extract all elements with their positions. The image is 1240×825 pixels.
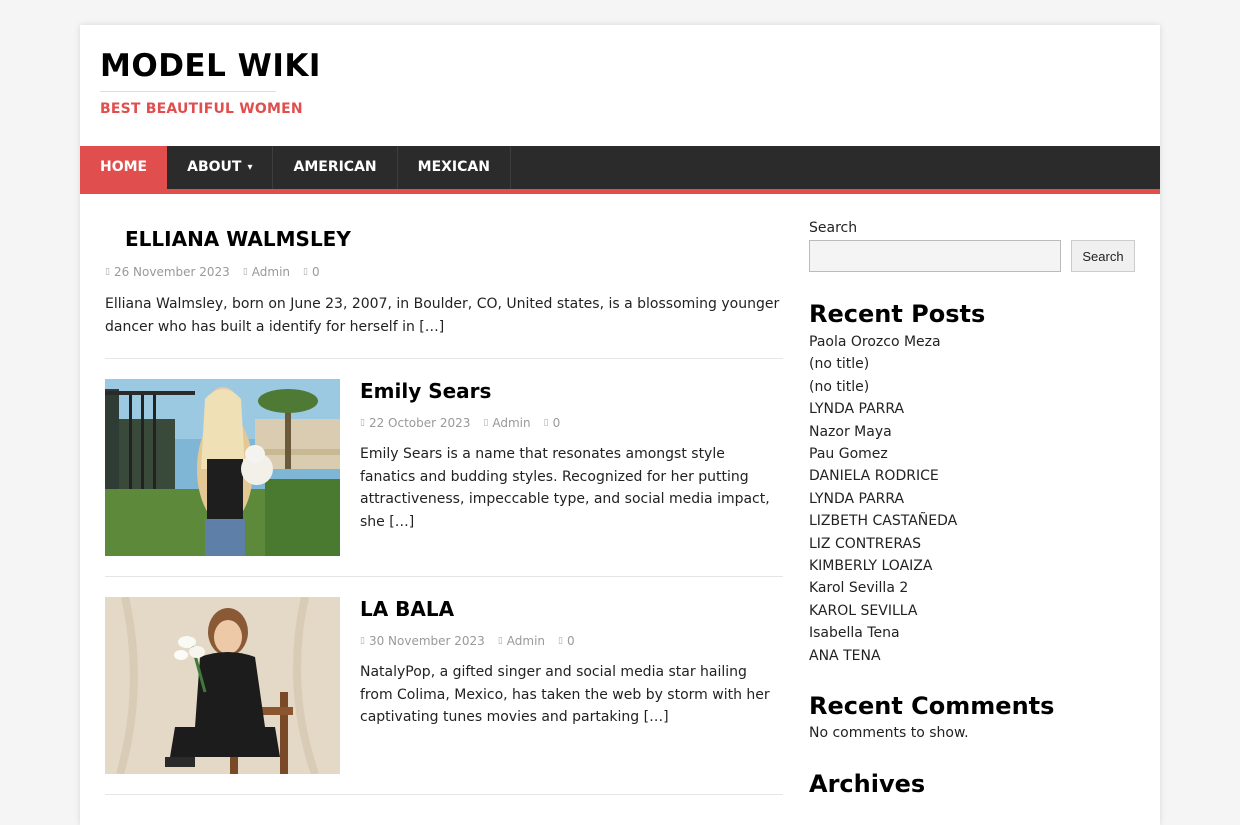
site-tagline: BEST BEAUTIFUL WOMEN [100,101,303,117]
search-button[interactable]: Search [1071,240,1135,272]
user-icon: ▯ [483,418,489,428]
nav-item-home[interactable]: HOME [80,146,168,189]
recent-post-link[interactable]: LYNDA PARRA [809,488,1135,510]
post-date[interactable]: ▯ 26 November 2023 [105,265,230,279]
comment-icon: ▯ [543,418,549,428]
chevron-down-icon: ▾ [247,162,253,173]
search-label: Search [809,220,858,236]
title-divider [100,91,276,92]
nav-item-label: HOME [100,159,148,175]
search-form: Search [809,240,1135,272]
post-author[interactable]: ▯ Admin [483,416,530,430]
post-meta: ▯ 26 November 2023 ▯ Admin ▯ 0 [105,265,783,279]
post-item: ELLIANA WALMSLEY ▯ 26 November 2023 ▯ Admi… [105,225,783,359]
recent-post-link[interactable]: LYNDA PARRA [809,398,1135,420]
post-meta: ▯ 30 November 2023 ▯ Admin ▯ 0 [360,634,783,648]
user-icon: ▯ [242,267,248,277]
recent-post-link[interactable]: (no title) [809,353,1135,375]
sidebar: Search Search Recent Posts Paola Orozco … [809,220,1135,799]
no-comments-text: No comments to show. [809,725,969,742]
recent-post-link[interactable]: KAROL SEVILLA [809,600,1135,622]
recent-posts-list: Paola Orozco Meza (no title) (no title) … [809,331,1135,667]
comment-icon: ▯ [558,636,563,646]
post-date[interactable]: ▯ 30 November 2023 [360,634,485,648]
nav-item-american[interactable]: AMERICAN [273,146,398,189]
post-thumbnail-image [105,379,340,556]
post-thumbnail-image [105,597,340,774]
comment-icon: ▯ [303,267,308,277]
post-body: LA BALA ▯ 30 November 2023 ▯ Admin ▯ 0 Nata… [360,597,783,774]
search-input[interactable] [809,240,1061,272]
recent-posts-widget: Recent Posts Paola Orozco Meza (no title… [809,299,1135,667]
user-icon: ▯ [497,636,503,646]
nav-item-label: AMERICAN [293,159,377,175]
site-container: MODEL WIKI BEST BEAUTIFUL WOMEN HOME ABO… [80,25,1160,825]
recent-post-link[interactable]: ANA TENA [809,645,1135,667]
nav-item-mexican[interactable]: MEXICAN [398,146,511,189]
post-author[interactable]: ▯ Admin [243,265,290,279]
nav-accent-bar [80,189,1160,194]
post-thumbnail[interactable] [105,597,340,774]
widget-title: Archives [809,770,926,799]
widget-title: Recent Comments [809,692,1055,721]
widget-title: Recent Posts [809,300,986,328]
post-excerpt: Emily Sears is a name that resonates amo… [360,446,770,530]
calendar-icon: ▯ [360,636,365,646]
post-item: Emily Sears ▯ 22 October 2023 ▯ Admin ▯ 0 E… [105,359,783,577]
recent-post-link[interactable]: (no title) [809,376,1135,398]
post-comments[interactable]: ▯ 0 [303,265,320,279]
recent-post-link[interactable]: DANIELA RODRICE [809,465,1135,487]
site-header: MODEL WIKI BEST BEAUTIFUL WOMEN [100,47,321,117]
recent-post-link[interactable]: Isabella Tena [809,622,1135,644]
calendar-icon: ▯ [105,267,110,277]
recent-post-link[interactable]: LIZBETH CASTAÑEDA [809,510,1135,532]
nav-item-label: ABOUT [187,159,242,175]
nav-item-label: MEXICAN [417,159,490,175]
calendar-icon: ▯ [360,418,365,428]
post-meta: ▯ 22 October 2023 ▯ Admin ▯ 0 [360,416,783,430]
post-date[interactable]: ▯ 22 October 2023 [360,416,470,430]
post-list: ELLIANA WALMSLEY ▯ 26 November 2023 ▯ Admi… [105,225,783,795]
post-author[interactable]: ▯ Admin [498,634,545,648]
main-nav: HOME ABOUT ▾ AMERICAN MEXICAN [80,146,1160,189]
post-excerpt: Elliana Walmsley, born on June 23, 2007,… [105,296,780,335]
nav-item-about[interactable]: ABOUT ▾ [167,146,274,189]
post-excerpt: NatalyPop, a gifted singer and social me… [360,664,770,725]
recent-post-link[interactable]: KIMBERLY LOAIZA [809,555,1135,577]
post-thumbnail[interactable] [105,379,340,556]
recent-post-link[interactable]: LIZ CONTRERAS [809,533,1135,555]
post-title-link[interactable]: ELLIANA WALMSLEY [125,225,783,253]
post-comments[interactable]: ▯ 0 [558,634,575,648]
post-title-link[interactable]: LA BALA [360,596,783,622]
archives-widget: Archives [809,769,1135,799]
post-comments[interactable]: ▯ 0 [544,416,561,430]
site-title[interactable]: MODEL WIKI [100,47,321,85]
recent-comments-widget: Recent Comments No comments to show. [809,691,1135,744]
post-title-link[interactable]: Emily Sears [360,378,783,404]
post-item: LA BALA ▯ 30 November 2023 ▯ Admin ▯ 0 Nata… [105,577,783,795]
recent-post-link[interactable]: Paola Orozco Meza [809,331,1135,353]
post-body: Emily Sears ▯ 22 October 2023 ▯ Admin ▯ 0 E… [360,379,783,556]
recent-post-link[interactable]: Pau Gomez [809,443,1135,465]
recent-post-link[interactable]: Karol Sevilla 2 [809,577,1135,599]
recent-post-link[interactable]: Nazor Maya [809,421,1135,443]
